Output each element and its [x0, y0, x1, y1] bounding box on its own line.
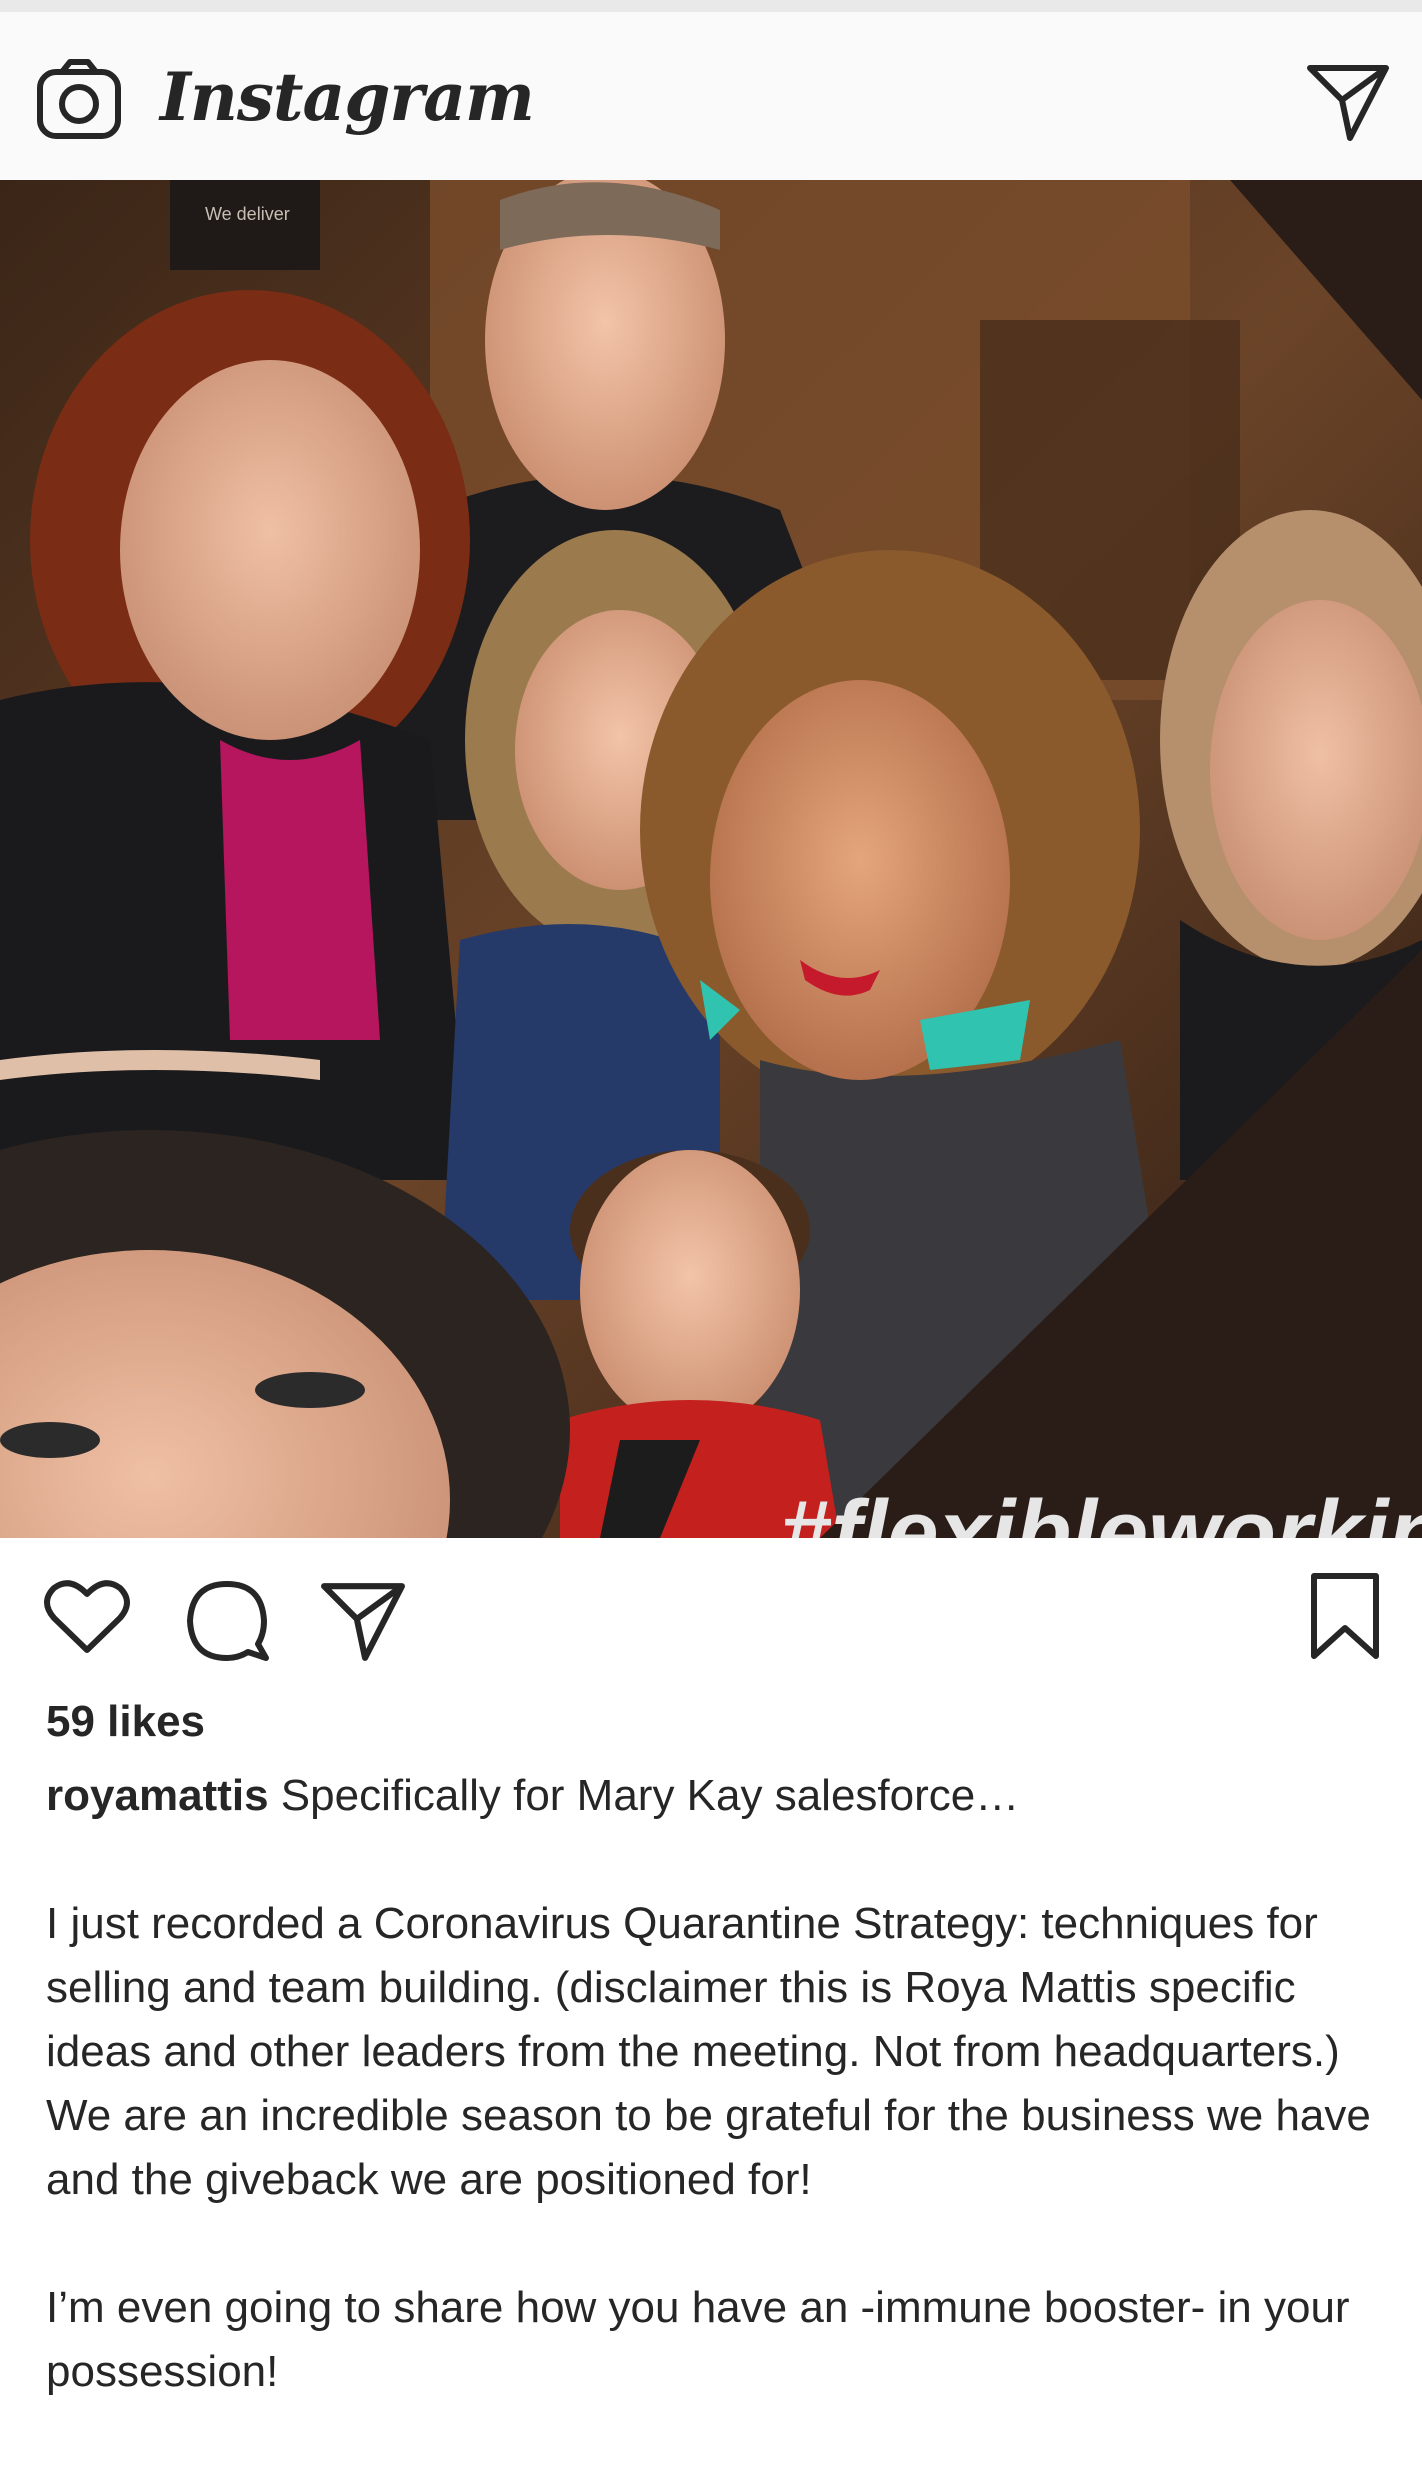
caption-body: I just recorded a Coronavirus Quarantine… [46, 1892, 1396, 2468]
caption-paragraph: I just recorded a Coronavirus Quarantine… [46, 1899, 1371, 2204]
caption-preview: Specifically for Mary Kay salesforce… [280, 1771, 1020, 1820]
share-paper-plane-icon[interactable] [320, 1578, 406, 1664]
caption-first-line: royamattis Specifically for Mary Kay sal… [46, 1765, 1386, 1827]
username-link[interactable]: royamattis [46, 1771, 269, 1820]
caption-paragraph: I’m even going to share how you have an … [46, 2283, 1350, 2396]
top-app-bar: Instagram [0, 12, 1422, 180]
sign-text: We deliver [205, 204, 290, 224]
camera-icon[interactable] [36, 58, 122, 144]
likes-count[interactable]: 59 likes [46, 1692, 205, 1752]
bookmark-icon[interactable] [1308, 1572, 1382, 1662]
instagram-wordmark: Instagram [160, 58, 535, 136]
status-strip [0, 0, 1422, 12]
paper-plane-icon[interactable] [1306, 60, 1390, 144]
overlay-hashtag: #flexibleworking [780, 1482, 1422, 1538]
heart-icon[interactable] [44, 1578, 130, 1656]
post-action-bar [0, 1538, 1422, 1688]
post-photo[interactable]: We deliver #flexibleworking [0, 180, 1422, 1538]
comment-bubble-icon[interactable] [184, 1578, 270, 1664]
